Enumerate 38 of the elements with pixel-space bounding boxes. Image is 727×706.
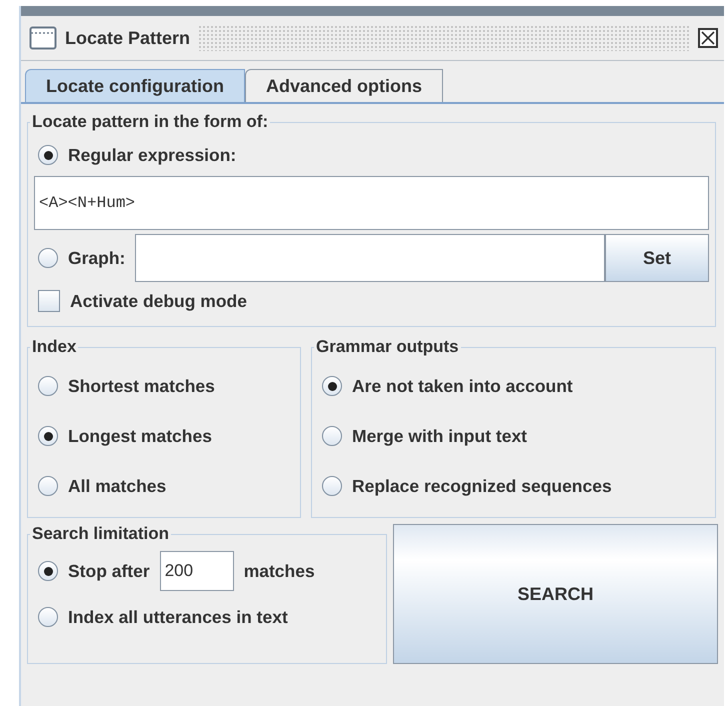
radio-button[interactable] — [38, 145, 58, 165]
group-title: Search limitation — [31, 524, 170, 544]
group-title: Grammar outputs — [315, 337, 460, 357]
radio-label: Merge with input text — [352, 426, 527, 446]
checkbox-label: Activate debug mode — [70, 290, 247, 312]
radio-button[interactable] — [38, 376, 58, 396]
radio-label: Replace recognized sequences — [352, 476, 612, 496]
radio-label: Shortest matches — [68, 376, 215, 396]
radio-button[interactable] — [322, 476, 342, 496]
input-field[interactable]: 200 — [160, 551, 234, 591]
radio-label: Index all utterances in text — [68, 606, 288, 628]
radio-label: Are not taken into account — [352, 376, 573, 396]
search-button[interactable]: SEARCH — [393, 524, 718, 664]
close-icon[interactable] — [698, 28, 718, 48]
group-title: Index — [31, 337, 78, 357]
window-title: Locate Pattern — [65, 28, 190, 48]
checkbox[interactable] — [38, 290, 60, 312]
radio-label: Graph: — [68, 248, 126, 268]
input-field[interactable]: <A><N+Hum> — [34, 176, 709, 230]
radio-label: Longest matches — [68, 426, 212, 446]
radio-label: Stop after — [68, 560, 150, 582]
tab[interactable]: Locate configuration — [25, 69, 246, 102]
radio-button[interactable] — [38, 476, 58, 496]
radio-button[interactable] — [322, 376, 342, 396]
radio-button[interactable] — [322, 426, 342, 446]
window-icon — [29, 26, 57, 50]
set-button[interactable]: Set — [605, 234, 709, 282]
radio-label: All matches — [68, 476, 166, 496]
radio-button[interactable] — [38, 561, 58, 581]
radio-button[interactable] — [38, 607, 58, 627]
suffix-label: matches — [244, 560, 315, 582]
radio-label: Regular expression: — [68, 144, 236, 166]
radio-button[interactable] — [38, 426, 58, 446]
input-field[interactable] — [135, 234, 605, 282]
title-bar-grip[interactable] — [198, 25, 690, 51]
group-title: Locate pattern in the form of: — [31, 112, 270, 132]
radio-button[interactable] — [38, 248, 58, 268]
tab[interactable]: Advanced options — [245, 69, 444, 102]
